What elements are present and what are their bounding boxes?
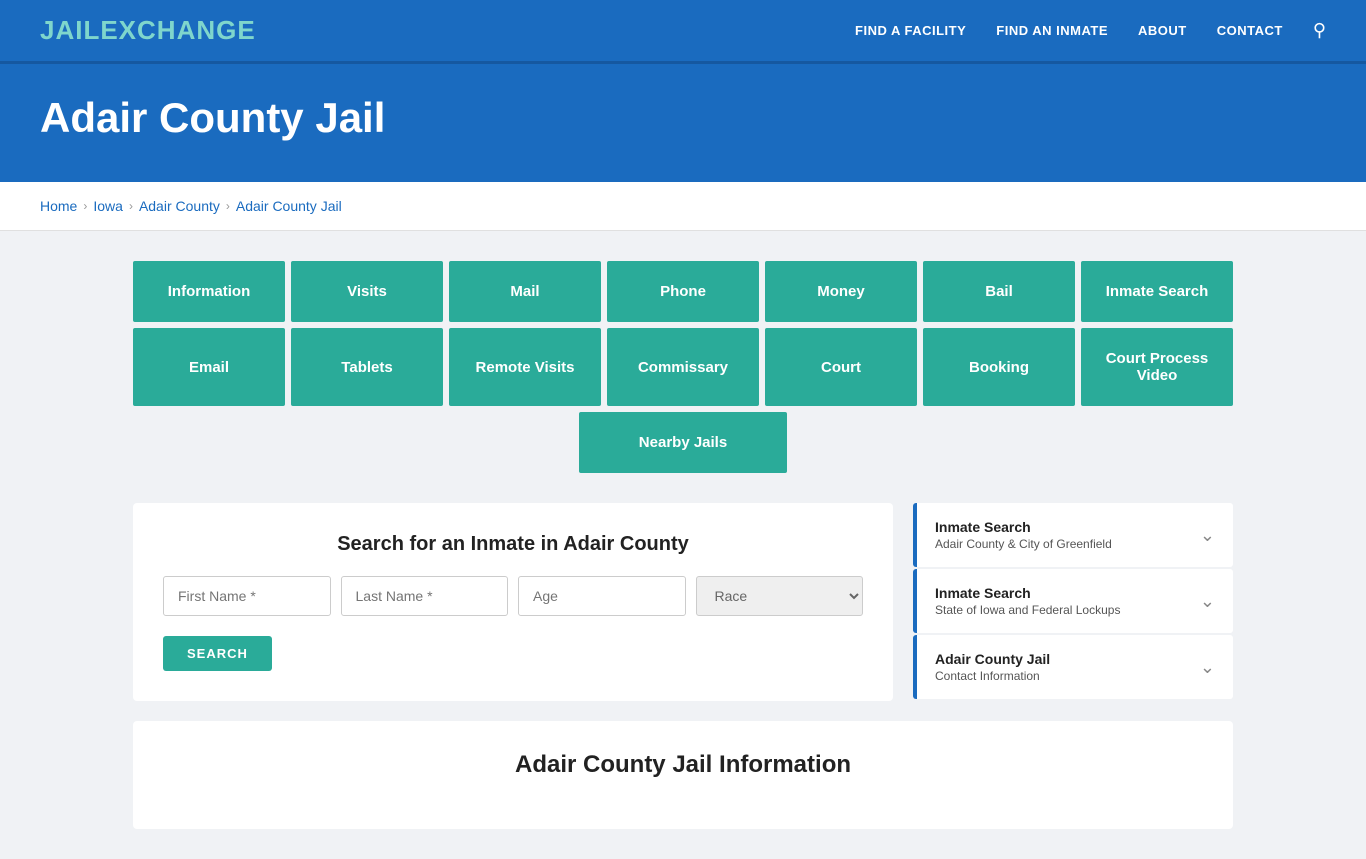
breadcrumb-home[interactable]: Home (40, 198, 77, 214)
hero-section: Adair County Jail (0, 64, 1366, 182)
first-name-input[interactable] (163, 576, 331, 616)
button-grid-row3: Nearby Jails (133, 412, 1233, 473)
btn-bail[interactable]: Bail (923, 261, 1075, 322)
button-grid-row1: Information Visits Mail Phone Money Bail… (133, 261, 1233, 322)
sidebar-card-contact-subtitle: Contact Information (935, 669, 1050, 683)
sidebar: Inmate Search Adair County & City of Gre… (913, 503, 1233, 701)
btn-nearby-jails[interactable]: Nearby Jails (579, 412, 787, 473)
breadcrumb: Home › Iowa › Adair County › Adair Count… (40, 198, 1326, 214)
sidebar-card-greenfield-text: Inmate Search Adair County & City of Gre… (935, 519, 1112, 551)
btn-commissary[interactable]: Commissary (607, 328, 759, 406)
sidebar-card-greenfield-title: Inmate Search (935, 519, 1112, 535)
sidebar-card-iowa-subtitle: State of Iowa and Federal Lockups (935, 603, 1120, 617)
bottom-section: Adair County Jail Information (133, 721, 1233, 829)
btn-remote-visits[interactable]: Remote Visits (449, 328, 601, 406)
sidebar-card-contact-text: Adair County Jail Contact Information (935, 651, 1050, 683)
logo-exchange: EXCHANGE (100, 15, 255, 45)
site-header: JAILEXCHANGE FIND A FACILITY FIND AN INM… (0, 0, 1366, 64)
site-logo[interactable]: JAILEXCHANGE (40, 15, 256, 46)
info-title: Adair County Jail Information (163, 751, 1203, 779)
breadcrumb-current: Adair County Jail (236, 198, 342, 214)
breadcrumb-bar: Home › Iowa › Adair County › Adair Count… (0, 182, 1366, 231)
sidebar-card-greenfield: Inmate Search Adair County & City of Gre… (913, 503, 1233, 567)
btn-inmate-search[interactable]: Inmate Search (1081, 261, 1233, 322)
chevron-down-icon: ⌄ (1200, 525, 1215, 546)
main-content: Information Visits Mail Phone Money Bail… (0, 231, 1366, 859)
nav-find-inmate[interactable]: FIND AN INMATE (996, 23, 1108, 38)
search-panel: Search for an Inmate in Adair County Rac… (133, 503, 893, 701)
race-select[interactable]: Race White Black Hispanic Asian Native A… (696, 576, 864, 616)
breadcrumb-iowa[interactable]: Iowa (93, 198, 123, 214)
sidebar-card-iowa-header[interactable]: Inmate Search State of Iowa and Federal … (913, 569, 1233, 633)
nav-find-facility[interactable]: FIND A FACILITY (855, 23, 966, 38)
age-input[interactable] (518, 576, 686, 616)
chevron-down-icon-2: ⌄ (1200, 591, 1215, 612)
sidebar-card-iowa-text: Inmate Search State of Iowa and Federal … (935, 585, 1120, 617)
search-form: Race White Black Hispanic Asian Native A… (163, 576, 863, 616)
btn-information[interactable]: Information (133, 261, 285, 322)
breadcrumb-adair-county[interactable]: Adair County (139, 198, 220, 214)
btn-visits[interactable]: Visits (291, 261, 443, 322)
nav-about[interactable]: ABOUT (1138, 23, 1187, 38)
btn-court[interactable]: Court (765, 328, 917, 406)
btn-booking[interactable]: Booking (923, 328, 1075, 406)
main-nav: FIND A FACILITY FIND AN INMATE ABOUT CON… (855, 20, 1326, 41)
sidebar-card-greenfield-header[interactable]: Inmate Search Adair County & City of Gre… (913, 503, 1233, 567)
search-icon[interactable]: ⚲ (1313, 20, 1326, 41)
btn-email[interactable]: Email (133, 328, 285, 406)
chevron-down-icon-3: ⌄ (1200, 657, 1215, 678)
breadcrumb-sep-1: › (83, 199, 87, 213)
search-button[interactable]: SEARCH (163, 636, 272, 671)
sidebar-card-contact: Adair County Jail Contact Information ⌄ (913, 635, 1233, 699)
sidebar-card-iowa-title: Inmate Search (935, 585, 1120, 601)
sidebar-card-contact-header[interactable]: Adair County Jail Contact Information ⌄ (913, 635, 1233, 699)
logo-jail: JAIL (40, 15, 100, 45)
btn-mail[interactable]: Mail (449, 261, 601, 322)
btn-court-process-video[interactable]: Court Process Video (1081, 328, 1233, 406)
info-panel: Adair County Jail Information (133, 721, 1233, 829)
breadcrumb-sep-2: › (129, 199, 133, 213)
nav-contact[interactable]: CONTACT (1217, 23, 1283, 38)
btn-tablets[interactable]: Tablets (291, 328, 443, 406)
content-area: Search for an Inmate in Adair County Rac… (133, 503, 1233, 701)
last-name-input[interactable] (341, 576, 509, 616)
sidebar-card-contact-title: Adair County Jail (935, 651, 1050, 667)
button-grid-row2: Email Tablets Remote Visits Commissary C… (133, 328, 1233, 406)
btn-phone[interactable]: Phone (607, 261, 759, 322)
btn-money[interactable]: Money (765, 261, 917, 322)
sidebar-card-iowa: Inmate Search State of Iowa and Federal … (913, 569, 1233, 633)
search-title: Search for an Inmate in Adair County (163, 533, 863, 556)
page-title: Adair County Jail (40, 94, 1326, 142)
sidebar-card-greenfield-subtitle: Adair County & City of Greenfield (935, 537, 1112, 551)
breadcrumb-sep-3: › (226, 199, 230, 213)
